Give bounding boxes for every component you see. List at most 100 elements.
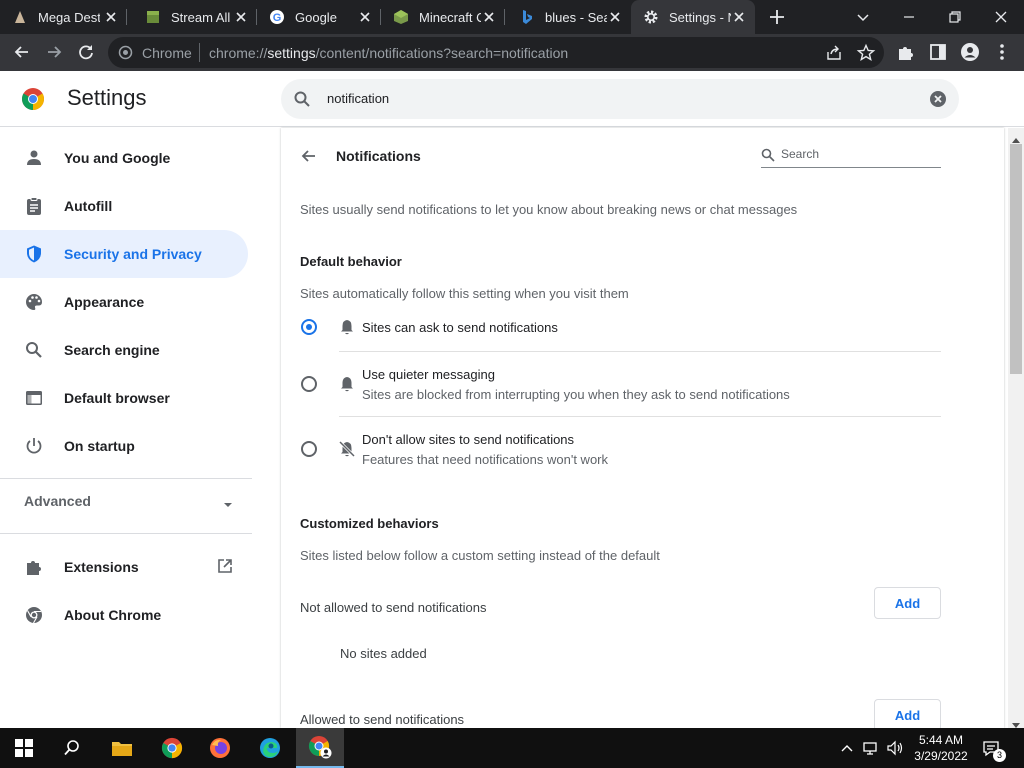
folder-icon [112,742,132,756]
option-allow-ask[interactable]: Sites can ask to send notifications [281,306,1004,350]
option-block-notifications[interactable]: Don't allow sites to send notifications … [281,417,1004,481]
close-tab-icon[interactable] [731,9,747,25]
start-button[interactable] [0,728,48,768]
settings-search-input[interactable]: notification [281,79,959,119]
address-bar[interactable]: Chrome chrome://settings/content/notific… [108,37,884,68]
sidebar-advanced-toggle[interactable]: Advanced [24,493,234,509]
radio-quieter-messaging[interactable] [301,376,317,392]
option-label: Sites can ask to send notifications [362,320,558,335]
taskbar-chrome-active-profile[interactable] [296,728,344,768]
minimize-icon[interactable] [898,6,920,28]
tab-google[interactable]: G Google [257,0,381,34]
page-scrollbar[interactable] [1008,128,1024,728]
shield-icon [24,244,44,264]
settings-sidebar: You and Google Autofill Security and Pri… [0,128,270,728]
close-tab-icon[interactable] [481,9,497,25]
taskbar-search-button[interactable] [48,728,96,768]
sidebar-item-extensions[interactable]: Extensions [0,543,248,591]
bookmark-star-icon[interactable] [856,43,876,63]
bell-quiet-icon [338,375,356,393]
sidebar-item-label: About Chrome [64,607,162,623]
sidebar-item-label: Autofill [64,198,113,214]
tab-bing-search[interactable]: blues - Sea [507,0,631,34]
close-tab-icon[interactable] [607,9,623,25]
show-hidden-icons-chevron-icon[interactable] [838,739,856,757]
tab-title: Google [295,9,337,25]
sidebar-item-label: Default browser [64,390,170,406]
scrollbar-thumb[interactable] [1010,144,1022,374]
taskbar-firefox[interactable] [196,728,244,768]
subpage-title: Notifications [336,148,421,164]
advanced-label: Advanced [24,493,91,509]
tab-minecraft[interactable]: Minecraft C [381,0,505,34]
bell-off-icon [338,440,356,458]
network-icon[interactable] [862,739,880,757]
scroll-down-arrow-icon[interactable] [1012,716,1020,728]
person-icon [24,148,44,168]
chrome-page-icon[interactable] [118,45,133,60]
sidebar-item-you-and-google[interactable]: You and Google [0,134,248,182]
volume-icon[interactable] [886,739,904,757]
close-tab-icon[interactable] [103,9,119,25]
side-panel-icon[interactable] [928,42,948,62]
chrome-menu-icon[interactable] [992,42,1012,62]
option-quieter-messaging[interactable]: Use quieter messaging Sites are blocked … [281,352,1004,416]
radio-allow-ask[interactable] [301,319,317,335]
add-allowed-site-button[interactable]: Add [874,699,941,728]
tab-title: Stream All [171,9,231,25]
page-title: Settings [67,85,147,110]
fan-site-icon [12,9,28,25]
profile-avatar-icon[interactable] [960,42,980,62]
taskbar-clock[interactable]: 5:44 AM 3/29/2022 [910,732,972,764]
url-rest: /content/notifications?search=notificati… [315,45,569,61]
close-tab-icon[interactable] [233,9,249,25]
subpage-search-input[interactable]: Search [761,146,941,168]
search-query-text[interactable]: notification [327,91,389,106]
tab-mega-destiny[interactable]: Mega Destiny [0,0,127,34]
tab-stream-all[interactable]: Stream All [133,0,257,34]
sidebar-item-label: Extensions [64,559,139,575]
puzzle-piece-icon [24,557,44,577]
new-tab-icon[interactable] [766,6,788,28]
bing-icon [519,9,535,25]
clipboard-icon [24,196,44,216]
reload-icon[interactable] [76,42,96,62]
gear-icon [643,9,659,25]
sidebar-item-about-chrome[interactable]: About Chrome [0,591,248,639]
extensions-puzzle-icon[interactable] [896,42,916,62]
settings-header: Settings notification [0,71,1024,127]
site-chip-label: Chrome [142,45,192,61]
clock-date: 3/29/2022 [914,749,968,763]
add-blocked-site-button[interactable]: Add [874,587,941,619]
allowed-heading: Allowed to send notifications [300,712,465,727]
back-arrow-icon[interactable] [299,146,319,166]
power-icon [24,436,44,456]
taskbar-file-explorer[interactable] [98,728,146,768]
restore-icon[interactable] [944,6,966,28]
forward-icon[interactable] [44,42,64,62]
url-text[interactable]: chrome://settings/content/notifications?… [209,45,568,61]
tab-title: Minecraft C [419,9,481,25]
close-tab-icon[interactable] [357,9,373,25]
radio-block-notifications[interactable] [301,441,317,457]
close-window-icon[interactable] [990,6,1012,28]
search-icon [293,90,311,108]
sidebar-item-autofill[interactable]: Autofill [0,182,248,230]
sidebar-item-on-startup[interactable]: On startup [0,422,248,470]
tab-settings[interactable]: Settings - N [631,0,755,34]
share-icon[interactable] [824,43,844,63]
clear-search-icon[interactable] [929,90,947,108]
taskbar-chrome[interactable] [148,728,196,768]
sidebar-item-default-browser[interactable]: Default browser [0,374,248,422]
chrome-logo-icon [21,87,45,111]
back-icon[interactable] [12,42,32,62]
sidebar-item-security-and-privacy[interactable]: Security and Privacy [0,230,248,278]
option-label: Use quieter messaging [362,367,495,382]
sidebar-item-search-engine[interactable]: Search engine [0,326,248,374]
open-in-new-icon [216,557,234,575]
taskbar-edge[interactable] [246,728,294,768]
scroll-up-arrow-icon[interactable] [1012,132,1020,143]
sidebar-item-appearance[interactable]: Appearance [0,278,248,326]
tab-search-chevron-icon[interactable] [852,6,874,28]
customized-behaviors-desc: Sites listed below follow a custom setti… [300,548,660,563]
